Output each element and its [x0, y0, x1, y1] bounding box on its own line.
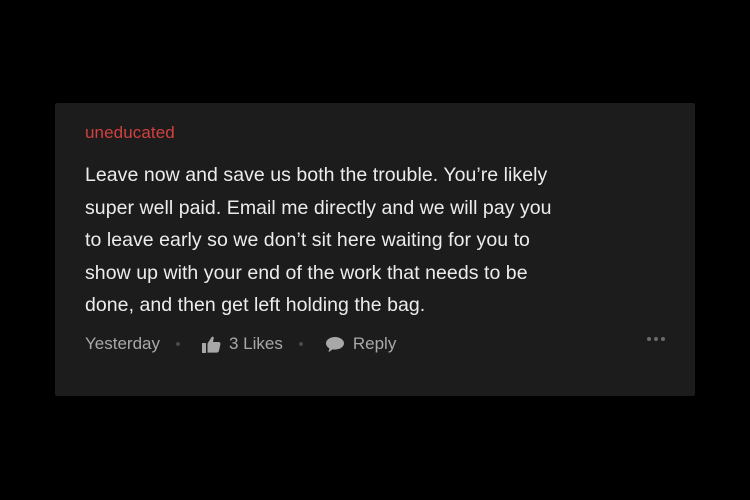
separator-dot [175, 342, 180, 346]
thumbs-up-icon [201, 336, 221, 353]
comment-line: show up with your end of the work that n… [85, 261, 528, 284]
comment-line: super well paid. Email me directly and w… [85, 196, 552, 219]
comment-line: Leave now and save us both the trouble. … [85, 164, 548, 186]
comment-author[interactable]: uneducated [85, 123, 175, 143]
likes-count: 3 Likes [228, 334, 283, 353]
reply-button[interactable]: Reply [325, 334, 396, 354]
comment-card: uneducated Leave now and save us both th… [55, 103, 695, 396]
comment-line: done, and then get left holding the bag. [85, 294, 426, 316]
like-button[interactable]: 3 Likes [201, 334, 283, 354]
comment-timestamp: Yesterday [85, 334, 160, 353]
reply-label: Reply [352, 334, 397, 353]
speech-bubble-icon [325, 336, 345, 353]
separator-dot [298, 342, 303, 346]
more-dots-icon[interactable] [647, 337, 665, 341]
comment-text: Leave now and save us both the trouble. … [85, 159, 675, 322]
comment-line: to leave early so we don’t sit here wait… [85, 229, 530, 251]
comment-actions: Yesterday 3 Likes Reply [85, 332, 665, 356]
